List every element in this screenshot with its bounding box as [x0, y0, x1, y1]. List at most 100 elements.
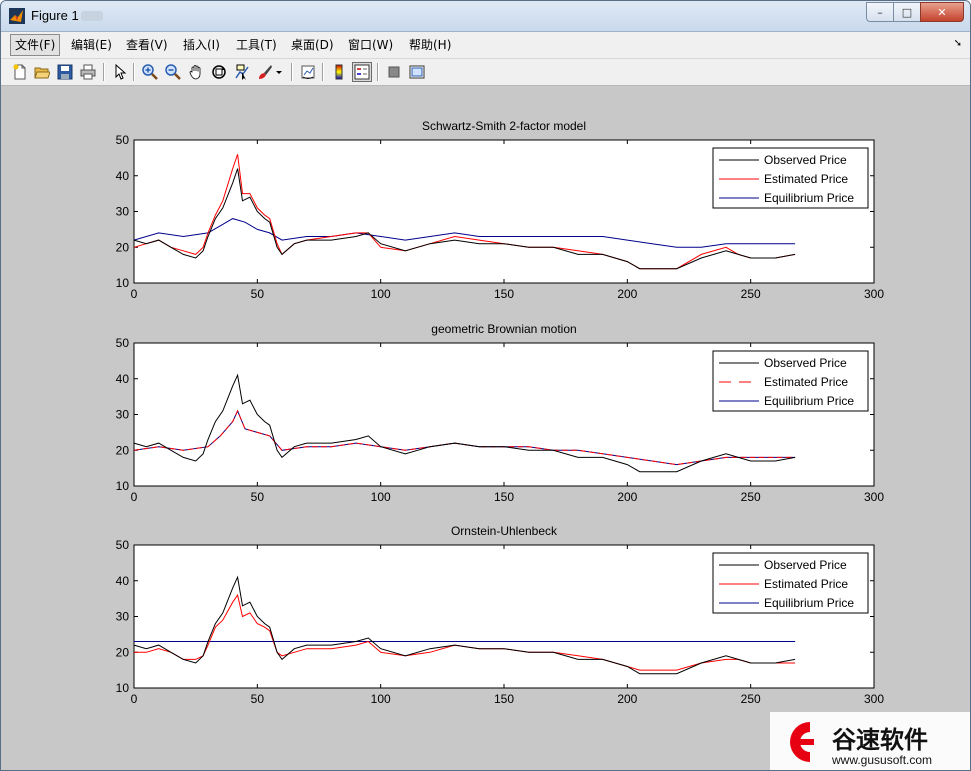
- chart-title: Schwartz-Smith 2-factor model: [422, 119, 586, 133]
- y-tick-label: 50: [116, 538, 130, 552]
- x-tick-label: 300: [864, 692, 884, 706]
- x-tick-label: 300: [864, 490, 884, 504]
- legend-entry: Equilibrium Price: [764, 596, 854, 610]
- y-tick-label: 30: [116, 205, 130, 219]
- x-tick-label: 250: [741, 490, 761, 504]
- maximize-icon: □: [901, 5, 913, 19]
- x-tick-label: 150: [494, 490, 514, 504]
- x-tick-label: 250: [741, 692, 761, 706]
- matlab-logo-icon: [9, 8, 25, 24]
- y-tick-label: 40: [116, 169, 130, 183]
- print-icon[interactable]: [78, 62, 98, 82]
- y-tick-label: 30: [116, 408, 130, 422]
- legend-entry: Observed Price: [764, 153, 847, 167]
- x-tick-label: 50: [251, 287, 265, 301]
- minimize-icon: –: [877, 5, 883, 19]
- legend-entry: Equilibrium Price: [764, 191, 854, 205]
- legend-entry: Estimated Price: [764, 375, 848, 389]
- menu-edit[interactable]: 编辑(E): [67, 35, 116, 55]
- watermark-brand: 谷速软件: [832, 726, 928, 754]
- x-tick-label: 50: [251, 490, 265, 504]
- minimize-button[interactable]: –: [866, 2, 894, 22]
- show-plot-tools-icon[interactable]: [407, 62, 427, 82]
- y-tick-label: 40: [116, 372, 130, 386]
- menu-insert[interactable]: 插入(I): [179, 35, 224, 55]
- y-tick-label: 20: [116, 645, 130, 659]
- y-tick-label: 10: [116, 479, 130, 493]
- x-tick-label: 150: [494, 692, 514, 706]
- y-tick-label: 10: [116, 276, 130, 290]
- link-plot-icon[interactable]: [298, 62, 318, 82]
- menu-window[interactable]: 窗口(W): [344, 35, 397, 55]
- menu-bar: 文件(F) 编辑(E) 查看(V) 插入(I) 工具(T) 桌面(D) 窗口(W…: [1, 32, 970, 59]
- chart-title: Ornstein-Uhlenbeck: [451, 524, 558, 538]
- y-tick-label: 20: [116, 443, 130, 457]
- legend-entry: Equilibrium Price: [764, 394, 854, 408]
- toolbar-separator: [377, 63, 379, 81]
- menu-overflow-icon[interactable]: ➘: [954, 38, 962, 49]
- legend-entry: Estimated Price: [764, 172, 848, 186]
- x-tick-label: 100: [371, 692, 391, 706]
- maximize-button[interactable]: □: [893, 2, 921, 22]
- x-tick-label: 0: [131, 490, 138, 504]
- title-blurred-region: [81, 11, 103, 21]
- legend: Observed Price Estimated Price Equilibrium…: [712, 350, 869, 412]
- x-tick-label: 250: [741, 287, 761, 301]
- pointer-icon[interactable]: [110, 62, 130, 82]
- menu-help[interactable]: 帮助(H): [405, 35, 455, 55]
- x-tick-label: 200: [617, 287, 637, 301]
- data-cursor-icon[interactable]: [232, 62, 252, 82]
- colorbar-icon[interactable]: [329, 62, 349, 82]
- x-tick-label: 50: [251, 692, 265, 706]
- menu-tools[interactable]: 工具(T): [232, 35, 281, 55]
- menu-desktop[interactable]: 桌面(D): [287, 35, 338, 55]
- y-tick-label: 30: [116, 610, 130, 624]
- close-icon: ✕: [937, 5, 947, 19]
- legend-entry: Observed Price: [764, 558, 847, 572]
- x-tick-label: 0: [131, 287, 138, 301]
- figure-toolbar: [1, 59, 970, 86]
- close-button[interactable]: ✕: [920, 2, 964, 22]
- y-tick-label: 50: [116, 133, 130, 147]
- chart-3: Ornstein-Uhlenbeck 0 50 100 150 200 250 300 10 20…: [116, 524, 885, 706]
- zoom-out-icon[interactable]: [163, 62, 183, 82]
- pan-hand-icon[interactable]: [186, 62, 206, 82]
- legend-icon[interactable]: [352, 62, 372, 82]
- y-tick-label: 20: [116, 240, 130, 254]
- zoom-in-icon[interactable]: [140, 62, 160, 82]
- watermark-logo: 谷速软件 www.gususoft.com: [770, 712, 970, 770]
- toolbar-separator: [103, 63, 105, 81]
- legend-entry: Estimated Price: [764, 577, 848, 591]
- plot-area: Schwartz-Smith 2-factor model 0 50 100 150 20…: [1, 86, 970, 770]
- chart-2: geometric Brownian motion 0 50 100 150 200 250…: [116, 322, 885, 504]
- brush-dropdown-icon[interactable]: [274, 62, 284, 82]
- x-tick-label: 200: [617, 692, 637, 706]
- menu-view[interactable]: 查看(V): [122, 35, 172, 55]
- y-tick-label: 50: [116, 336, 130, 350]
- x-tick-label: 300: [864, 287, 884, 301]
- x-tick-label: 200: [617, 490, 637, 504]
- toolbar-separator: [291, 63, 293, 81]
- y-tick-label: 40: [116, 574, 130, 588]
- menu-file[interactable]: 文件(F): [10, 34, 61, 56]
- chart-1: Schwartz-Smith 2-factor model 0 50 100 150 20…: [116, 119, 885, 301]
- window-title: Figure 1: [31, 8, 79, 23]
- chart-title: geometric Brownian motion: [431, 322, 576, 336]
- figure-canvas[interactable]: Schwartz-Smith 2-factor model0 50 100 150 20…: [1, 86, 970, 770]
- x-tick-label: 150: [494, 287, 514, 301]
- window-controls: – □ ✕: [866, 2, 964, 22]
- x-tick-label: 100: [371, 287, 391, 301]
- rotate-3d-icon[interactable]: [209, 62, 229, 82]
- y-tick-label: 10: [116, 681, 130, 695]
- new-figure-icon[interactable]: [10, 62, 30, 82]
- open-file-icon[interactable]: [32, 62, 52, 82]
- toolbar-separator: [322, 63, 324, 81]
- figure-window: Figure 1 – □ ✕ 文件(F) 编辑(E) 查看(V) 插入(I) 工…: [0, 0, 971, 771]
- legend-entry: Observed Price: [764, 356, 847, 370]
- save-icon[interactable]: [55, 62, 75, 82]
- hide-plot-tools-icon[interactable]: [384, 62, 404, 82]
- brush-icon[interactable]: [255, 62, 275, 82]
- watermark-url: www.gususoft.com: [831, 753, 932, 767]
- title-bar[interactable]: Figure 1 – □ ✕: [1, 1, 970, 32]
- toolbar-separator: [133, 63, 135, 81]
